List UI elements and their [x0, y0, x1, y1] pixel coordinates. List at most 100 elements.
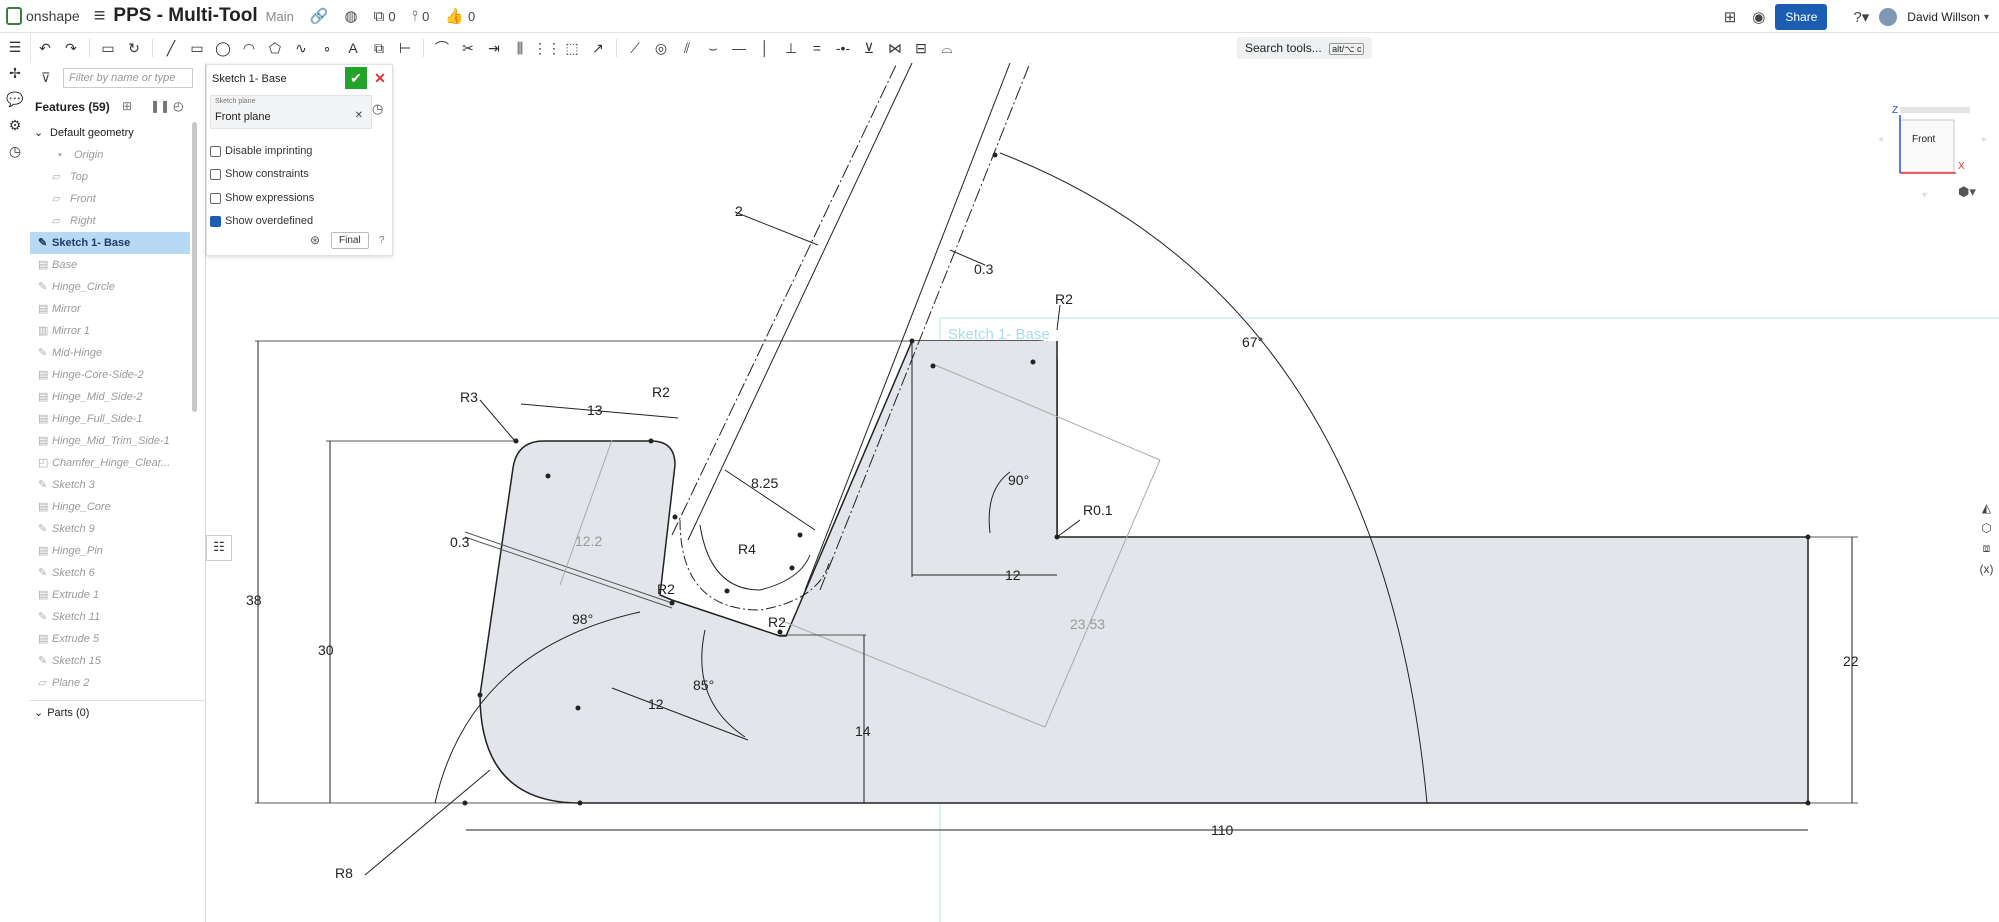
point-icon[interactable]: ∘ — [314, 40, 340, 57]
feature-item[interactable]: ◰ Chamfer_Hinge_Clear... — [30, 452, 190, 474]
construction-icon[interactable]: ⧉ — [366, 40, 392, 57]
document-title[interactable]: PPS - Multi-Tool — [113, 5, 257, 27]
view-options-icon[interactable]: ⬢▾ — [1958, 184, 1976, 200]
spline-icon[interactable]: ∿ — [288, 40, 314, 57]
feature-item[interactable]: ▤ Hinge_Mid_Trim_Side-1 — [30, 430, 190, 452]
link-icon[interactable]: 🔗 — [310, 7, 329, 25]
filter-input[interactable]: Filter by name or type — [63, 68, 193, 88]
search-tools-button[interactable]: Search tools... alt/⌥ c — [1237, 37, 1373, 59]
feature-sketch-selected[interactable]: ✎ Sketch 1- Base — [30, 232, 190, 254]
dim-text[interactable]: 23.53 — [1070, 616, 1105, 632]
feature-list-scrollbar[interactable] — [192, 122, 197, 412]
feature-item[interactable]: ▤ Hinge_Mid_Side-2 — [30, 386, 190, 408]
extend-icon[interactable]: ⇥ — [481, 40, 507, 57]
sketch-canvas[interactable]: Sketch 1- Base 2 0.3 R2 67° R3 13 R2 8.2… — [205, 63, 1999, 922]
midpoint-icon[interactable]: -•- — [830, 40, 856, 56]
circle-icon[interactable]: ◯ — [210, 40, 236, 57]
use-icon[interactable]: ↗ — [585, 40, 611, 57]
feature-item[interactable]: ✎ Sketch 3 — [30, 474, 190, 496]
branch-icon[interactable]: ⫯ — [412, 8, 419, 25]
learning-icon[interactable]: ◉ — [1752, 8, 1765, 26]
concentric-icon[interactable]: ◎ — [648, 40, 674, 57]
transform-icon[interactable]: ⬚ — [559, 40, 585, 57]
feature-item[interactable]: ▤ Extrude 1 — [30, 584, 190, 606]
dim-text[interactable]: 12 — [648, 696, 664, 712]
fix-icon[interactable]: ⊟ — [908, 40, 934, 57]
feature-item[interactable]: ✎ Sketch 6 — [30, 562, 190, 584]
fillet-icon[interactable]: ⌒ — [429, 38, 455, 58]
feature-icon[interactable]: ↻ — [121, 40, 147, 57]
share-button[interactable]: Share — [1775, 4, 1828, 30]
feature-item[interactable]: ▱ Plane 2 — [30, 672, 190, 694]
dim-text[interactable]: 85° — [693, 677, 714, 693]
mate-icon[interactable]: ✢ — [0, 65, 30, 82]
branch-label[interactable]: Main — [266, 9, 294, 24]
chevron-down-icon[interactable]: ▾ — [1984, 12, 1989, 23]
text-icon[interactable]: A — [340, 40, 366, 56]
feature-plane-top[interactable]: ▱ Top — [30, 166, 190, 188]
sketch-icon[interactable]: ▭ — [95, 40, 121, 57]
dimension-icon[interactable]: ⊢ — [392, 40, 418, 57]
view-cube[interactable]: Z X Front ◂ ▸ ▾ ⬢▾ — [1870, 100, 1999, 215]
feature-item[interactable]: ▤ Mirror — [30, 298, 190, 320]
feature-item[interactable]: ▥ Mirror 1 — [30, 320, 190, 342]
dim-text[interactable]: R2 — [768, 614, 786, 630]
pattern-icon[interactable]: ⋮⋮ — [533, 40, 561, 57]
configurations-icon[interactable]: ⚙ — [0, 117, 30, 134]
vertical-icon[interactable]: │ — [752, 40, 778, 56]
feature-item[interactable]: ✎ Sketch 15 — [30, 650, 190, 672]
add-folder-icon[interactable]: ⊞ — [122, 99, 132, 113]
feature-list-icon[interactable]: ☰ — [0, 39, 30, 56]
feature-plane-front[interactable]: ▱ Front — [30, 188, 190, 210]
dim-text[interactable]: 98° — [572, 611, 593, 627]
dim-text[interactable]: R2 — [652, 384, 670, 400]
history-icon[interactable]: ◷ — [0, 143, 30, 160]
feature-origin[interactable]: • Origin — [30, 144, 190, 166]
like-icon[interactable]: 👍 — [445, 7, 464, 25]
arrow-left-icon[interactable]: ◂ — [1878, 134, 1883, 145]
dim-text[interactable]: 0.3 — [974, 261, 994, 277]
parallel-icon[interactable]: ⫽ — [674, 40, 700, 57]
parts-icon[interactable]: ⬡ — [1974, 521, 1999, 535]
cube-front-face[interactable] — [1899, 119, 1955, 173]
feature-item[interactable]: ✎ Sketch 11 — [30, 606, 190, 628]
line-icon[interactable]: ╱ — [158, 40, 184, 57]
menu-icon[interactable]: ≡ — [94, 5, 106, 28]
feature-plane-right[interactable]: ▱ Right — [30, 210, 190, 232]
dim-text[interactable]: 30 — [318, 642, 334, 658]
dim-text[interactable]: 13 — [587, 402, 603, 418]
rollback-icon[interactable]: ❚❚ — [150, 99, 170, 113]
coincident-icon[interactable]: ⟋ — [622, 40, 648, 57]
tangent-icon[interactable]: ⌣ — [700, 40, 726, 57]
undo-icon[interactable]: ↶ — [32, 40, 58, 57]
feature-item[interactable]: ▤ Hinge_Pin — [30, 540, 190, 562]
sketch-region[interactable] — [479, 340, 1809, 804]
feature-item[interactable]: ▤ Extrude 5 — [30, 628, 190, 650]
normal-icon[interactable]: ⊻ — [856, 40, 882, 57]
variables-icon[interactable]: (x) — [1974, 562, 1999, 576]
dim-text[interactable]: 12 — [1005, 567, 1021, 583]
filter-icon[interactable]: ⊽ — [41, 70, 51, 86]
equal-icon[interactable]: = — [804, 40, 830, 56]
default-geometry[interactable]: ⌄ Default geometry — [30, 122, 190, 144]
redo-icon[interactable]: ↷ — [58, 40, 84, 57]
dim-text[interactable]: 90° — [1008, 472, 1029, 488]
arc-icon[interactable]: ◠ — [236, 40, 262, 57]
dim-text[interactable]: R3 — [460, 389, 478, 405]
curvature-icon[interactable]: ⌓ — [934, 40, 960, 57]
polygon-icon[interactable]: ⬠ — [262, 40, 288, 57]
perpendicular-icon[interactable]: ⊥ — [778, 40, 804, 57]
dim-text[interactable]: 38 — [246, 592, 262, 608]
dim-text[interactable]: 2 — [735, 203, 743, 219]
trim-icon[interactable]: ✂ — [455, 40, 481, 57]
dim-text[interactable]: 110 — [1211, 822, 1234, 838]
globe-icon[interactable]: ◍ — [345, 7, 358, 25]
dim-text[interactable]: 22 — [1843, 653, 1859, 669]
dim-text[interactable]: R4 — [738, 541, 756, 557]
dim-text[interactable]: R8 — [335, 865, 353, 881]
horizontal-icon[interactable]: — — [726, 40, 752, 56]
user-name[interactable]: David Willson — [1907, 10, 1980, 24]
feature-item[interactable]: ▤ Hinge-Core-Side-2 — [30, 364, 190, 386]
rectangle-icon[interactable]: ▭ — [184, 40, 210, 57]
feature-item[interactable]: ▤ Hinge_Core — [30, 496, 190, 518]
